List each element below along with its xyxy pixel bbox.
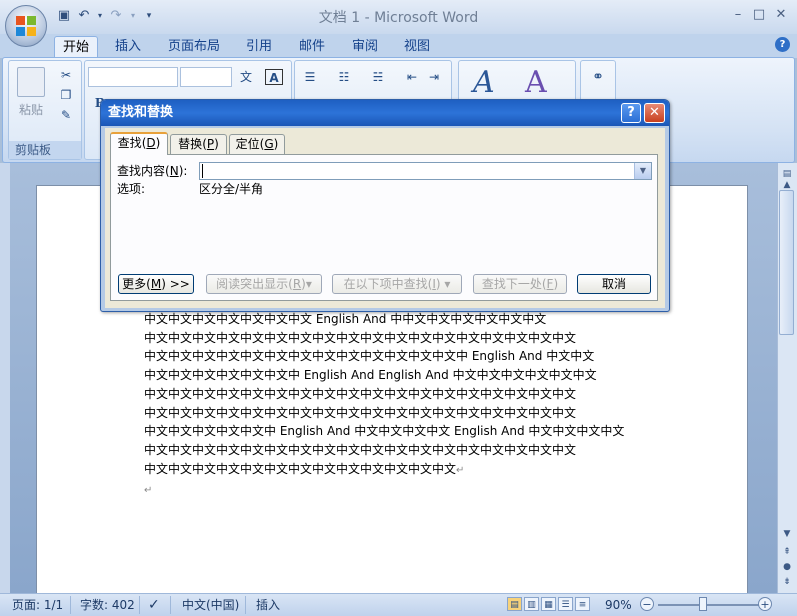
vertical-ruler xyxy=(0,163,10,593)
format-painter-icon[interactable]: ✎ xyxy=(57,107,75,123)
more-button[interactable]: 更多(M) >> xyxy=(118,274,194,294)
print-layout-view-icon[interactable]: ▤ xyxy=(507,597,522,611)
zoom-slider-thumb[interactable] xyxy=(699,597,708,611)
increase-indent-icon[interactable]: ⇥ xyxy=(425,69,443,85)
tab-insert[interactable]: 插入 xyxy=(106,36,150,58)
change-styles-icon[interactable]: A xyxy=(525,65,559,100)
find-history-dropdown[interactable]: ▼ xyxy=(634,163,651,179)
full-screen-reading-view-icon[interactable]: ▥ xyxy=(524,597,539,611)
next-page-icon[interactable]: ⇟ xyxy=(780,575,794,589)
close-button[interactable]: ✕ xyxy=(770,6,792,24)
paragraph-mark: ↵ xyxy=(456,464,465,476)
tab-mailings[interactable]: 邮件 xyxy=(291,36,333,58)
options-value: 区分全/半角 xyxy=(199,182,264,196)
select-browse-object-icon[interactable]: ● xyxy=(780,560,794,574)
bullets-icon[interactable]: ☰ xyxy=(301,69,319,85)
document-line: 中文中文中文中文中文中 English And 中文中文中文中文 English… xyxy=(144,424,625,439)
tab-home[interactable]: 开始 xyxy=(54,36,98,58)
zoom-in-icon[interactable]: + xyxy=(758,597,772,611)
tab-page-layout[interactable]: 页面布局 xyxy=(160,36,228,58)
outline-view-icon[interactable]: ☰ xyxy=(558,597,573,611)
document-body[interactable]: 中文中文中文中文中文中文中文 English And 中中文中文中文中文中文中文… xyxy=(144,310,644,501)
font-size-combo[interactable] xyxy=(180,67,232,87)
zoom-slider-track[interactable] xyxy=(658,604,760,606)
language-status[interactable]: 中文(中国) xyxy=(182,596,239,614)
word-count[interactable]: 字数: 402 xyxy=(80,596,135,614)
cut-icon[interactable]: ✂ xyxy=(57,67,75,83)
dialog-title: 查找和替换 xyxy=(108,105,174,120)
help-icon[interactable]: ? xyxy=(775,37,790,52)
insert-mode-status[interactable]: 插入 xyxy=(256,596,280,614)
status-divider xyxy=(245,596,246,614)
find-next-button[interactable]: 查找下一处(F) xyxy=(473,274,567,294)
window-title: 文档 1 - Microsoft Word xyxy=(318,10,479,26)
tab-references[interactable]: 引用 xyxy=(238,36,280,58)
status-divider xyxy=(170,596,171,614)
multilevel-list-icon[interactable]: ☵ xyxy=(369,69,387,85)
draft-view-icon[interactable]: ≡ xyxy=(575,597,590,611)
document-line: 中文中文中文中文中文中文中文中文中文中文中文中文中文 xyxy=(144,461,457,476)
clipboard-group-label: 剪贴板 xyxy=(9,141,81,159)
tab-view[interactable]: 视图 xyxy=(396,36,438,58)
status-divider xyxy=(139,596,140,614)
status-divider xyxy=(70,596,71,614)
document-line: 中文中文中文中文中文中文中文中文中文中文中文中文中文中文中文中文中文中文 xyxy=(144,442,577,457)
maximize-button[interactable]: □ xyxy=(748,6,770,24)
find-what-input[interactable] xyxy=(199,162,652,180)
dialog-help-button[interactable]: ? xyxy=(621,103,641,123)
document-line: 中文中文中文中文中文中文中 English And English And 中文… xyxy=(144,368,597,383)
font-name-combo[interactable] xyxy=(88,67,178,87)
reading-highlight-button[interactable]: 阅读突出显示(R)▾ xyxy=(206,274,322,294)
text-caret xyxy=(202,164,203,178)
find-what-label: 查找内容(N): xyxy=(117,164,188,178)
document-line: 中文中文中文中文中文中文中文中文中文中文中文中文中文中 English And … xyxy=(144,349,595,364)
document-line: 中文中文中文中文中文中文中文 English And 中中文中文中文中文中文中文 xyxy=(144,312,547,326)
cancel-button[interactable]: 取消 xyxy=(577,274,651,294)
phonetic-guide-icon[interactable]: 文 xyxy=(237,69,255,85)
quick-styles-icon[interactable]: A xyxy=(473,65,507,100)
paste-icon[interactable] xyxy=(17,67,45,97)
scroll-down-icon[interactable]: ▼ xyxy=(780,527,794,541)
paragraph-mark: ↵ xyxy=(144,485,153,497)
paste-button-label[interactable]: 粘贴 xyxy=(13,101,49,118)
previous-page-icon[interactable]: ⇞ xyxy=(780,545,794,559)
decrease-indent-icon[interactable]: ⇤ xyxy=(403,69,421,85)
office-button[interactable] xyxy=(5,5,47,47)
zoom-level[interactable]: 90% xyxy=(605,596,632,614)
tab-replace[interactable]: 替换(P) xyxy=(170,134,227,154)
dialog-close-button[interactable]: ✕ xyxy=(644,103,665,123)
scrollbar-thumb[interactable] xyxy=(779,190,794,335)
page-count[interactable]: 页面: 1/1 xyxy=(12,596,63,614)
document-line: 中文中文中文中文中文中文中文中文中文中文中文中文中文中文中文中文中文中文 xyxy=(144,405,577,420)
character-border-icon[interactable]: A xyxy=(265,69,283,85)
find-in-button[interactable]: 在以下项中查找(I) ▾ xyxy=(332,274,462,294)
tab-review[interactable]: 审阅 xyxy=(344,36,386,58)
binoculars-icon[interactable]: ⚭ xyxy=(589,69,607,85)
tab-find[interactable]: 查找(D) xyxy=(110,132,168,155)
tab-goto[interactable]: 定位(G) xyxy=(229,134,285,154)
numbering-icon[interactable]: ☷ xyxy=(335,69,353,85)
document-line: 中文中文中文中文中文中文中文中文中文中文中文中文中文中文中文中文中文中文 xyxy=(144,386,577,401)
document-line: 中文中文中文中文中文中文中文中文中文中文中文中文中文中文中文中文中文中文 xyxy=(144,330,577,345)
clipboard-group: 粘贴 ✂ ❐ ✎ 剪贴板 xyxy=(8,60,82,160)
office-logo-icon xyxy=(16,16,36,36)
proofing-icon[interactable]: ✓ xyxy=(148,596,160,614)
web-layout-view-icon[interactable]: ▦ xyxy=(541,597,556,611)
options-label: 选项: xyxy=(117,182,146,196)
minimize-button[interactable]: – xyxy=(727,6,749,24)
zoom-out-icon[interactable]: − xyxy=(640,597,654,611)
dialog-title-bar[interactable] xyxy=(101,100,669,126)
copy-icon[interactable]: ❐ xyxy=(57,87,75,103)
